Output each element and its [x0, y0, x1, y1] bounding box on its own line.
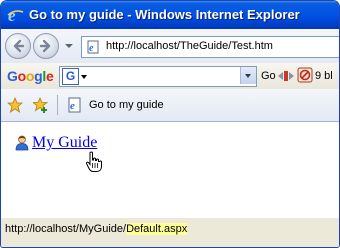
address-input[interactable]: e http://localhost/TheGuide/Test.htm	[81, 36, 339, 59]
star-icon[interactable]	[6, 96, 24, 118]
google-logo: Google	[7, 68, 54, 84]
ie-icon: e	[7, 6, 24, 25]
blocked-count-label: 9 bl	[315, 70, 333, 82]
toolbar-options-icon[interactable]	[277, 69, 295, 88]
chevron-down-icon[interactable]	[81, 75, 87, 79]
page-content: My Guide	[1, 122, 339, 219]
svg-text:e: e	[70, 100, 75, 112]
google-logo-letter: o	[25, 68, 35, 84]
browser-window: e Go to my guide - Windows Internet Expl…	[0, 0, 340, 248]
status-url-prefix: http://localhost/MyGuide/	[5, 223, 127, 235]
status-url-highlight: Default.aspx	[126, 223, 188, 235]
add-favorite-icon[interactable]	[31, 97, 49, 118]
page-tab-icon[interactable]: e	[67, 97, 83, 118]
favorites-bar: e Go to my guide	[1, 89, 339, 122]
google-toolbar: Google G Go 9 bl	[1, 63, 339, 90]
back-button[interactable]	[5, 33, 31, 59]
google-search-input[interactable]: G	[59, 66, 257, 87]
window-title: Go to my guide - Windows Internet Explor…	[29, 7, 300, 22]
google-dropdown-button[interactable]	[240, 67, 256, 84]
title-bar[interactable]: e Go to my guide - Windows Internet Expl…	[1, 1, 339, 29]
tab-title[interactable]: Go to my guide	[89, 99, 164, 111]
user-icon	[15, 135, 29, 156]
forward-button[interactable]	[33, 33, 59, 59]
google-logo-letter: o	[17, 68, 27, 84]
address-url: http://localhost/TheGuide/Test.htm	[106, 40, 273, 52]
svg-text:e: e	[89, 43, 94, 54]
google-logo-letter: G	[7, 68, 18, 84]
google-g-icon[interactable]: G	[62, 68, 79, 85]
chevron-down-icon[interactable]	[65, 44, 73, 48]
status-url: http://localhost/MyGuide/Default.aspx	[5, 223, 188, 235]
hand-cursor-icon	[85, 151, 103, 178]
blocked-popup-icon[interactable]	[297, 67, 313, 88]
toolbar-separator	[57, 95, 58, 115]
page-icon: e	[86, 40, 100, 59]
go-button[interactable]: Go	[261, 70, 276, 82]
address-toolbar: e http://localhost/TheGuide/Test.htm	[1, 29, 339, 64]
my-guide-link[interactable]: My Guide	[32, 134, 97, 152]
status-bar: http://localhost/MyGuide/Default.aspx	[1, 218, 339, 247]
google-logo-letter: e	[45, 68, 54, 84]
